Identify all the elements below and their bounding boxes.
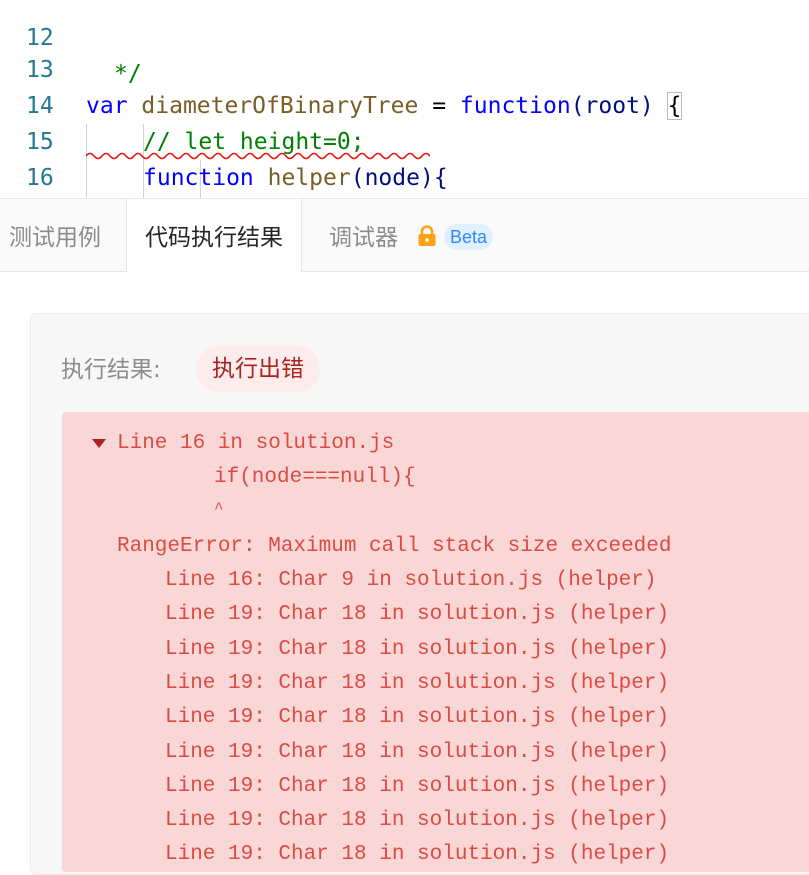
error-squiggle — [86, 152, 430, 160]
collapse-triangle-icon[interactable] — [91, 437, 107, 451]
stack-trace-line: Line 19: Char 18 in solution.js (helper) — [165, 775, 670, 798]
result-tabbar: 测试用例 代码执行结果 调试器 — [0, 198, 809, 273]
result-label: 执行结果: — [61, 357, 161, 383]
error-caret: ^ — [214, 500, 224, 518]
code-line: 13 var diameterOfBinaryTree = function(r… — [0, 16, 683, 120]
status-badge: 执行出错 — [196, 346, 320, 392]
function-name: diameterOfBinaryTree — [141, 93, 419, 119]
keyword: function — [143, 165, 254, 191]
stack-trace-line: Line 19: Char 18 in solution.js (helper) — [165, 672, 670, 695]
tab-debugger[interactable]: 调试器 — [329, 199, 398, 272]
error-header: Line 16 in solution.js — [117, 432, 395, 455]
code-editor[interactable]: 12 */ 13 var diameterOfBinaryTree = func… — [0, 0, 809, 198]
code-line: 16 if(node===null){ — [0, 124, 55, 191]
keyword: function — [459, 93, 571, 119]
tab-result[interactable]: 代码执行结果 — [126, 199, 302, 273]
function-name: helper — [267, 165, 351, 191]
matched-bracket: { — [666, 92, 683, 120]
code-line: 14 // let height=0; — [0, 52, 365, 155]
lock-icon — [418, 225, 436, 246]
params: (root) — [570, 93, 668, 119]
code-text: var diameterOfBinaryTree = function(root… — [86, 88, 683, 124]
stack-trace-line: Line 19: Char 18 in solution.js (helper) — [165, 603, 670, 626]
beta-badge: Beta — [444, 224, 494, 250]
stack-trace-line: Line 16: Char 9 in solution.js (helper) — [165, 569, 657, 592]
keyword: var — [86, 93, 128, 119]
error-message: RangeError: Maximum call stack size exce… — [117, 535, 672, 558]
tab-test-cases[interactable]: 测试用例 — [9, 199, 101, 272]
code-line: 15 function helper(node){ — [0, 88, 448, 191]
params: (node){ — [350, 165, 448, 191]
stack-trace-line: Line 19: Char 18 in solution.js (helper) — [165, 843, 670, 866]
code-text: function helper(node){ — [143, 160, 448, 196]
stack-trace-line: Line 19: Char 18 in solution.js (helper) — [165, 741, 670, 764]
code-line: 17 return 0; — [0, 160, 55, 196]
stack-trace-line: Line 19: Char 18 in solution.js (helper) — [165, 638, 670, 661]
operator: = — [418, 93, 460, 119]
stack-trace-line: Line 19: Char 18 in solution.js (helper) — [165, 809, 670, 832]
error-code-snippet: if(node===null){ — [214, 466, 416, 489]
indent-guide — [86, 124, 87, 198]
code-text: */ — [114, 61, 142, 87]
stack-trace-line: Line 19: Char 18 in solution.js (helper) — [165, 706, 670, 729]
